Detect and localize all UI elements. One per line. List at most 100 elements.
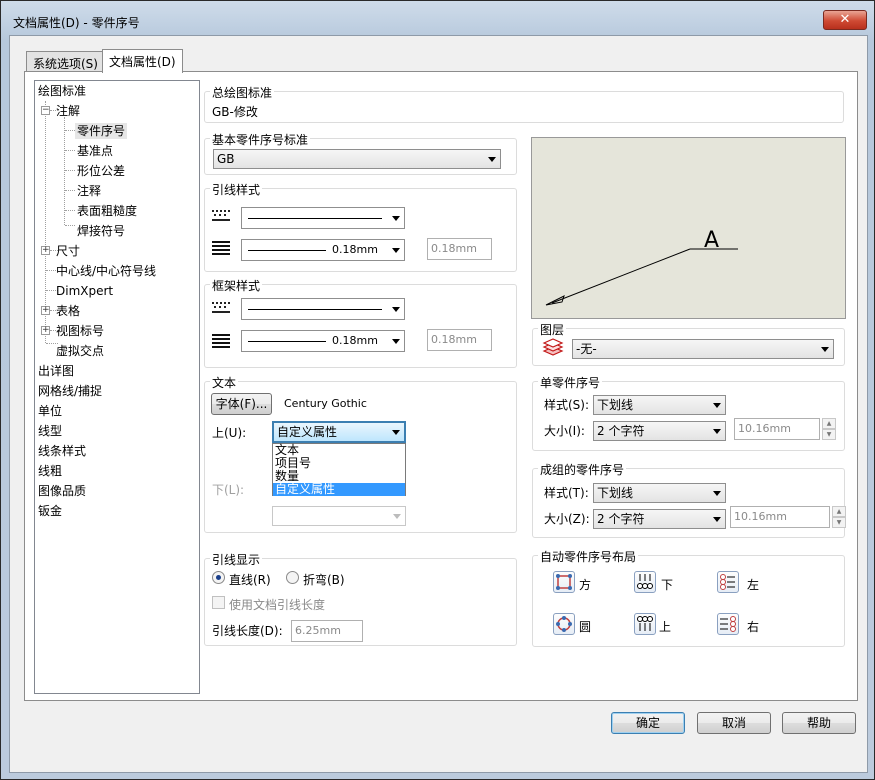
tree-item-drafting-standard[interactable]: 绘图标准: [38, 83, 86, 99]
tree-item-annotations[interactable]: 注解: [56, 103, 80, 119]
tree-item-sheet-metal[interactable]: 钣金: [38, 503, 62, 519]
single-size-label: 大小(I):: [544, 424, 585, 438]
single-size-custom-field[interactable]: 10.16mm: [734, 418, 820, 440]
tree-item-balloons[interactable]: 零件序号: [75, 123, 128, 139]
leader-length-field[interactable]: 6.25mm: [291, 620, 363, 642]
line-thickness-icon: [212, 334, 230, 348]
layer-value: -无-: [576, 342, 597, 356]
stacked-size-select[interactable]: 2 个字符: [593, 509, 726, 529]
tree-item-gtol[interactable]: 形位公差: [77, 163, 125, 179]
upper-text-select[interactable]: 自定义属性: [272, 421, 406, 443]
layer-icon: [542, 338, 564, 356]
bent-radio[interactable]: [286, 571, 299, 584]
line-style-icon: [212, 302, 230, 313]
help-button[interactable]: 帮助: [782, 712, 856, 734]
tab-system-options[interactable]: 系统选项(S): [26, 51, 105, 73]
frame-thickness-select[interactable]: 0.18mm: [241, 330, 405, 352]
leader-style-label: 引线样式: [210, 181, 263, 198]
use-document-leader-length-checkbox[interactable]: [212, 596, 225, 609]
upper-text-value: 自定义属性: [277, 425, 338, 439]
tree-item-line-font[interactable]: 线型: [38, 423, 62, 439]
right-layout-icon[interactable]: [717, 613, 739, 635]
auto-layout-label: 自动零件序号布局: [538, 548, 639, 565]
stacked-style-select[interactable]: 下划线: [593, 483, 726, 503]
dialog-window: 文档属性(D) - 零件序号 ✕ 系统选项(S) 文档属性(D) 绘图标准 − …: [0, 0, 875, 780]
frame-thickness-value: 0.18mm: [332, 334, 378, 347]
tree-item-units[interactable]: 单位: [38, 403, 62, 419]
frame-custom-thickness-field[interactable]: 0.18mm: [427, 329, 492, 351]
leader-display-label: 引线显示: [210, 551, 263, 568]
tree-item-tables[interactable]: 表格: [56, 303, 80, 319]
property-tree[interactable]: 绘图标准 − 注解 零件序号 基准点 形位公差 注释 表面粗糙度 焊接符号 + …: [34, 80, 200, 694]
upper-text-label: 上(U):: [212, 426, 247, 440]
single-size-select[interactable]: 2 个字符: [593, 421, 726, 441]
cancel-button[interactable]: 取消: [697, 712, 771, 734]
right-layout-label: 右: [747, 620, 760, 634]
leader-thickness-select[interactable]: 0.18mm: [241, 239, 405, 261]
tree-item-dimxpert[interactable]: DimXpert: [56, 283, 113, 299]
overall-standard-group: [204, 91, 844, 123]
bottom-layout-icon[interactable]: [634, 571, 656, 593]
upper-text-dropdown-list[interactable]: 文本 项目号 数量 自定义属性: [272, 443, 406, 496]
tree-item-grid-snap[interactable]: 网格线/捕捉: [38, 383, 102, 399]
expand-icon[interactable]: +: [41, 246, 50, 255]
tree-item-dimensions[interactable]: 尺寸: [56, 243, 80, 259]
tree-item-view-labels[interactable]: 视图标号: [56, 323, 104, 339]
tree-item-image-quality[interactable]: 图像品质: [38, 483, 86, 499]
overall-standard-value: GB-修改: [212, 105, 258, 119]
dropdown-option-custom-property[interactable]: 自定义属性: [273, 483, 405, 496]
balloon-preview: A: [531, 137, 846, 319]
top-layout-icon[interactable]: [634, 613, 656, 635]
tree-item-notes[interactable]: 注释: [77, 183, 101, 199]
leader-custom-thickness-field[interactable]: 0.18mm: [427, 238, 492, 260]
square-layout-label: 方: [579, 578, 592, 592]
single-balloon-label: 单零件序号: [538, 374, 603, 391]
line-thickness-icon: [212, 241, 230, 255]
close-button[interactable]: ✕: [823, 10, 867, 30]
tab-document-properties[interactable]: 文档属性(D): [102, 49, 183, 73]
leader-line-style-select[interactable]: [241, 207, 405, 229]
collapse-icon[interactable]: −: [41, 106, 50, 115]
preview-balloon-text: A: [704, 228, 719, 253]
circle-layout-label: 圆: [579, 620, 592, 634]
ok-button[interactable]: 确定: [611, 712, 685, 734]
stacked-style-label: 样式(T):: [544, 486, 589, 500]
left-layout-icon[interactable]: [717, 571, 739, 593]
tree-item-weld-symbols[interactable]: 焊接符号: [77, 223, 125, 239]
tree-item-line-thickness[interactable]: 线粗: [38, 463, 62, 479]
single-style-value: 下划线: [597, 398, 634, 412]
lower-text-select[interactable]: [272, 506, 406, 526]
stacked-size-spinner[interactable]: ▲ ▼: [832, 506, 846, 528]
stacked-size-custom-field[interactable]: 10.16mm: [730, 506, 830, 528]
layer-label: 图层: [538, 321, 567, 338]
frame-line-style-select[interactable]: [241, 298, 405, 320]
single-style-select[interactable]: 下划线: [593, 395, 726, 415]
tree-item-line-style[interactable]: 线条样式: [38, 443, 86, 459]
text-group-label: 文本: [210, 374, 239, 391]
base-standard-select[interactable]: GB: [213, 149, 501, 169]
single-style-label: 样式(S):: [544, 398, 590, 412]
overall-standard-label: 总绘图标准: [210, 84, 275, 101]
base-standard-label: 基本零件序号标准: [210, 131, 311, 148]
left-layout-label: 左: [747, 578, 760, 592]
tree-item-surface-finish[interactable]: 表面粗糙度: [77, 203, 137, 219]
frame-style-group: [204, 284, 517, 368]
tree-item-detailing[interactable]: 出详图: [38, 363, 74, 379]
square-layout-icon[interactable]: [553, 571, 575, 593]
straight-radio[interactable]: [212, 571, 225, 584]
layer-select[interactable]: -无-: [572, 339, 834, 359]
circle-layout-icon[interactable]: [553, 613, 575, 635]
tree-item-datums[interactable]: 基准点: [77, 143, 113, 159]
straight-label: 直线(R): [229, 573, 271, 587]
title-bar[interactable]: 文档属性(D) - 零件序号 ✕: [1, 1, 874, 31]
tree-item-virtual-sharps[interactable]: 虚拟交点: [56, 343, 104, 359]
leader-length-label: 引线长度(D):: [212, 624, 283, 638]
window-title: 文档属性(D) - 零件序号: [13, 16, 140, 30]
expand-icon[interactable]: +: [41, 326, 50, 335]
tree-item-centerlines[interactable]: 中心线/中心符号线: [56, 263, 156, 279]
lower-text-label: 下(L):: [212, 483, 245, 497]
frame-style-label: 框架样式: [210, 277, 263, 294]
expand-icon[interactable]: +: [41, 306, 50, 315]
font-button[interactable]: 字体(F)...: [211, 393, 272, 415]
single-size-spinner[interactable]: ▲ ▼: [822, 418, 836, 440]
